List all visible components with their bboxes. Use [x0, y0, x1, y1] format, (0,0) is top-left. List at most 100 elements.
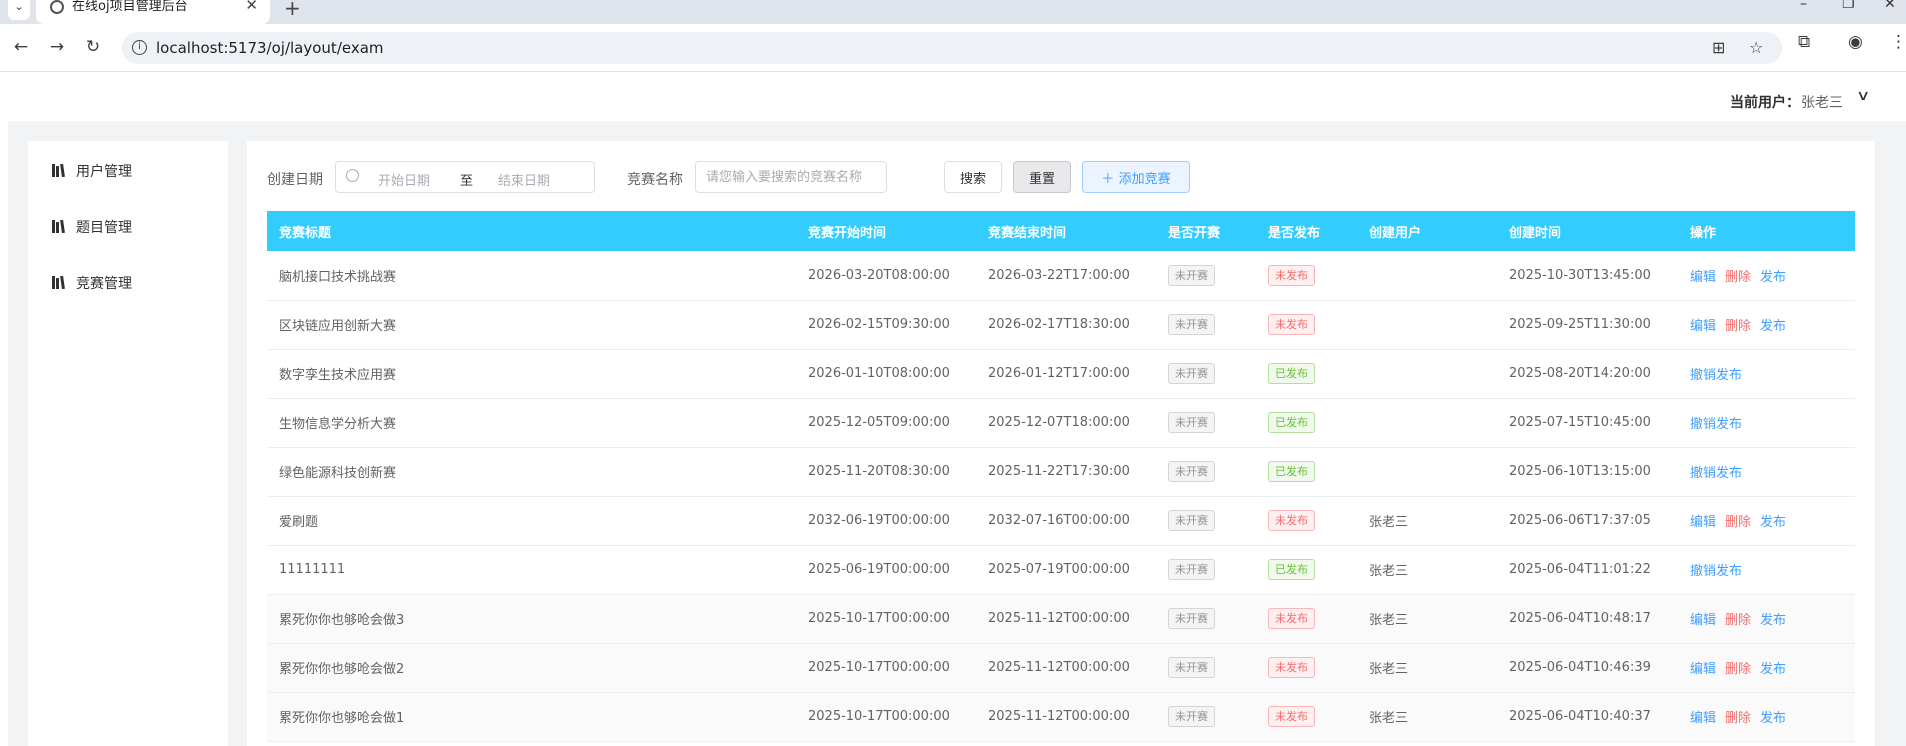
edit-button[interactable]: 编辑 — [1690, 658, 1716, 677]
contest-name-input[interactable] — [695, 161, 887, 193]
browser-tab[interactable]: 在线oj项目管理后台 ✕ — [36, 0, 270, 24]
cell-created-time: 2025-06-04T10:46:39 — [1509, 660, 1651, 675]
cell-actions: 编辑 删除 发布 — [1678, 594, 1855, 643]
delete-button[interactable]: 删除 — [1725, 609, 1751, 628]
contest-name-label: 竞赛名称 — [627, 172, 683, 188]
cell-published-status: 已发布 — [1256, 349, 1357, 398]
tab-search-chevron-icon[interactable]: ⌄ — [8, 0, 30, 20]
unpublish-button[interactable]: 撤销发布 — [1690, 413, 1742, 432]
cell-created-time: 2025-06-06T17:37:05 — [1509, 513, 1651, 528]
publish-button[interactable]: 发布 — [1760, 315, 1786, 334]
cell-creator: 张老三 — [1369, 564, 1409, 579]
edit-button[interactable]: 编辑 — [1690, 266, 1716, 285]
extensions-icon[interactable]: ⧉ — [1798, 32, 1810, 52]
search-button[interactable]: 搜索 — [944, 161, 1002, 193]
content-panel: 创建日期 开始日期 至 结束日期 竞赛名称 搜索 重置 ＋ 添加竞赛 竞赛标题 … — [247, 141, 1875, 746]
cell-started-status: 未开赛 — [1156, 349, 1256, 398]
publish-button[interactable]: 发布 — [1760, 609, 1786, 628]
date-filter-label: 创建日期 — [267, 172, 323, 188]
profile-icon[interactable]: ◉ — [1848, 32, 1863, 52]
restore-icon[interactable]: ❐ — [1842, 0, 1855, 12]
delete-button[interactable]: 删除 — [1725, 658, 1751, 677]
end-date-placeholder[interactable]: 结束日期 — [498, 170, 550, 189]
cell-started-status: 未开赛 — [1156, 398, 1256, 447]
publish-button[interactable]: 发布 — [1760, 511, 1786, 530]
cell-published-status: 已发布 — [1256, 447, 1357, 496]
sidebar-item-label: 竞赛管理 — [76, 276, 132, 292]
address-bar[interactable]: i localhost:5173/oj/layout/exam ⊞ ☆ — [122, 32, 1782, 64]
cell-actions: 撤销发布 — [1678, 447, 1855, 496]
add-contest-button[interactable]: ＋ 添加竞赛 — [1082, 161, 1190, 193]
back-icon[interactable]: ← — [10, 37, 32, 57]
books-icon — [52, 219, 66, 234]
cell-title: 爱刷题 — [279, 515, 319, 530]
edit-button[interactable]: 编辑 — [1690, 511, 1716, 530]
books-icon — [52, 163, 66, 178]
cell-start-time: 2025-12-05T09:00:00 — [808, 415, 950, 430]
cell-start-time: 2025-06-19T00:00:00 — [808, 562, 950, 577]
unpublish-button[interactable]: 撤销发布 — [1690, 560, 1742, 579]
table-row: 累死你你也够呛会做3 2025-10-17T00:00:00 2025-11-12T… — [267, 594, 1855, 643]
cell-end-time: 2025-11-12T00:00:00 — [988, 611, 1130, 626]
reset-button[interactable]: 重置 — [1013, 161, 1071, 193]
cell-creator — [1357, 251, 1497, 300]
browser-toolbar: ← → ↻ i localhost:5173/oj/layout/exam ⊞ … — [0, 24, 1906, 72]
cell-created-time: 2025-06-04T10:48:17 — [1509, 611, 1651, 626]
books-icon — [52, 275, 66, 290]
bookmark-star-icon[interactable]: ☆ — [1749, 38, 1763, 57]
chevron-down-icon[interactable]: ∨ — [1856, 88, 1870, 104]
col-header-end: 竞赛结束时间 — [988, 225, 1067, 241]
sidebar-item-questions[interactable]: 题目管理 — [52, 217, 132, 237]
cell-creator: 张老三 — [1369, 662, 1409, 677]
sidebar-item-users[interactable]: 用户管理 — [52, 161, 132, 181]
cell-published-status-tag: 未发布 — [1268, 510, 1315, 531]
contest-table: 竞赛标题 竞赛开始时间 竞赛结束时间 是否开赛 是否发布 创建用户 创建时间 操… — [267, 211, 1855, 746]
unpublish-button[interactable]: 撤销发布 — [1690, 364, 1742, 383]
delete-button[interactable]: 删除 — [1725, 266, 1751, 285]
sidebar-item-contests[interactable]: 竞赛管理 — [52, 273, 132, 293]
date-range-picker[interactable]: 开始日期 至 结束日期 — [335, 161, 595, 193]
cell-published-status-tag: 未发布 — [1268, 608, 1315, 629]
forward-icon[interactable]: → — [46, 37, 68, 57]
current-user-name: 张老三 — [1801, 95, 1843, 111]
site-info-icon[interactable]: i — [132, 40, 147, 55]
table-row: 数字孪生技术应用赛 2026-01-10T08:00:00 2026-01-12T1… — [267, 349, 1855, 398]
cell-creator — [1357, 398, 1497, 447]
edit-button[interactable]: 编辑 — [1690, 707, 1716, 726]
cell-actions: 编辑 删除 发布 — [1678, 692, 1855, 741]
delete-button[interactable]: 删除 — [1725, 315, 1751, 334]
new-tab-icon[interactable]: + — [284, 0, 301, 20]
col-header-published: 是否发布 — [1268, 225, 1321, 241]
publish-button[interactable]: 发布 — [1760, 658, 1786, 677]
edit-button[interactable]: 编辑 — [1690, 609, 1716, 628]
tab-close-icon[interactable]: ✕ — [245, 0, 258, 13]
browser-menu-icon[interactable]: ⋮ — [1890, 32, 1906, 52]
reload-icon[interactable]: ↻ — [82, 37, 104, 57]
cell-published-status-tag: 已发布 — [1268, 412, 1315, 433]
sidebar-item-label: 题目管理 — [76, 220, 132, 236]
col-header-title: 竞赛标题 — [279, 225, 332, 241]
cell-start-time: 2025-10-17T00:00:00 — [808, 660, 950, 675]
cell-creator — [1357, 349, 1497, 398]
cell-started-status-tag: 未开赛 — [1168, 264, 1215, 286]
clock-icon — [346, 169, 359, 182]
edit-button[interactable]: 编辑 — [1690, 315, 1716, 334]
publish-button[interactable]: 发布 — [1760, 707, 1786, 726]
cell-actions: 撤销发布 — [1678, 545, 1855, 594]
translate-icon[interactable]: ⊞ — [1712, 38, 1725, 57]
delete-button[interactable]: 删除 — [1725, 707, 1751, 726]
unpublish-button[interactable]: 撤销发布 — [1690, 462, 1742, 481]
cell-creator: 张老三 — [1369, 613, 1409, 628]
minimize-icon[interactable]: – — [1800, 0, 1807, 12]
cell-start-time: 2032-06-19T00:00:00 — [808, 513, 950, 528]
cell-published-status-tag: 未发布 — [1268, 706, 1315, 727]
start-date-placeholder[interactable]: 开始日期 — [378, 170, 430, 189]
cell-actions: 撤销发布 — [1678, 398, 1855, 447]
cell-started-status-tag: 未开赛 — [1168, 314, 1215, 335]
publish-button[interactable]: 发布 — [1760, 266, 1786, 285]
cell-end-time: 2025-11-22T17:30:00 — [988, 464, 1130, 479]
window-close-icon[interactable]: ✕ — [1884, 0, 1896, 12]
cell-started-status-tag: 未开赛 — [1168, 608, 1215, 629]
delete-button[interactable]: 删除 — [1725, 511, 1751, 530]
cell-created-time: 2025-06-04T11:01:22 — [1509, 562, 1651, 577]
